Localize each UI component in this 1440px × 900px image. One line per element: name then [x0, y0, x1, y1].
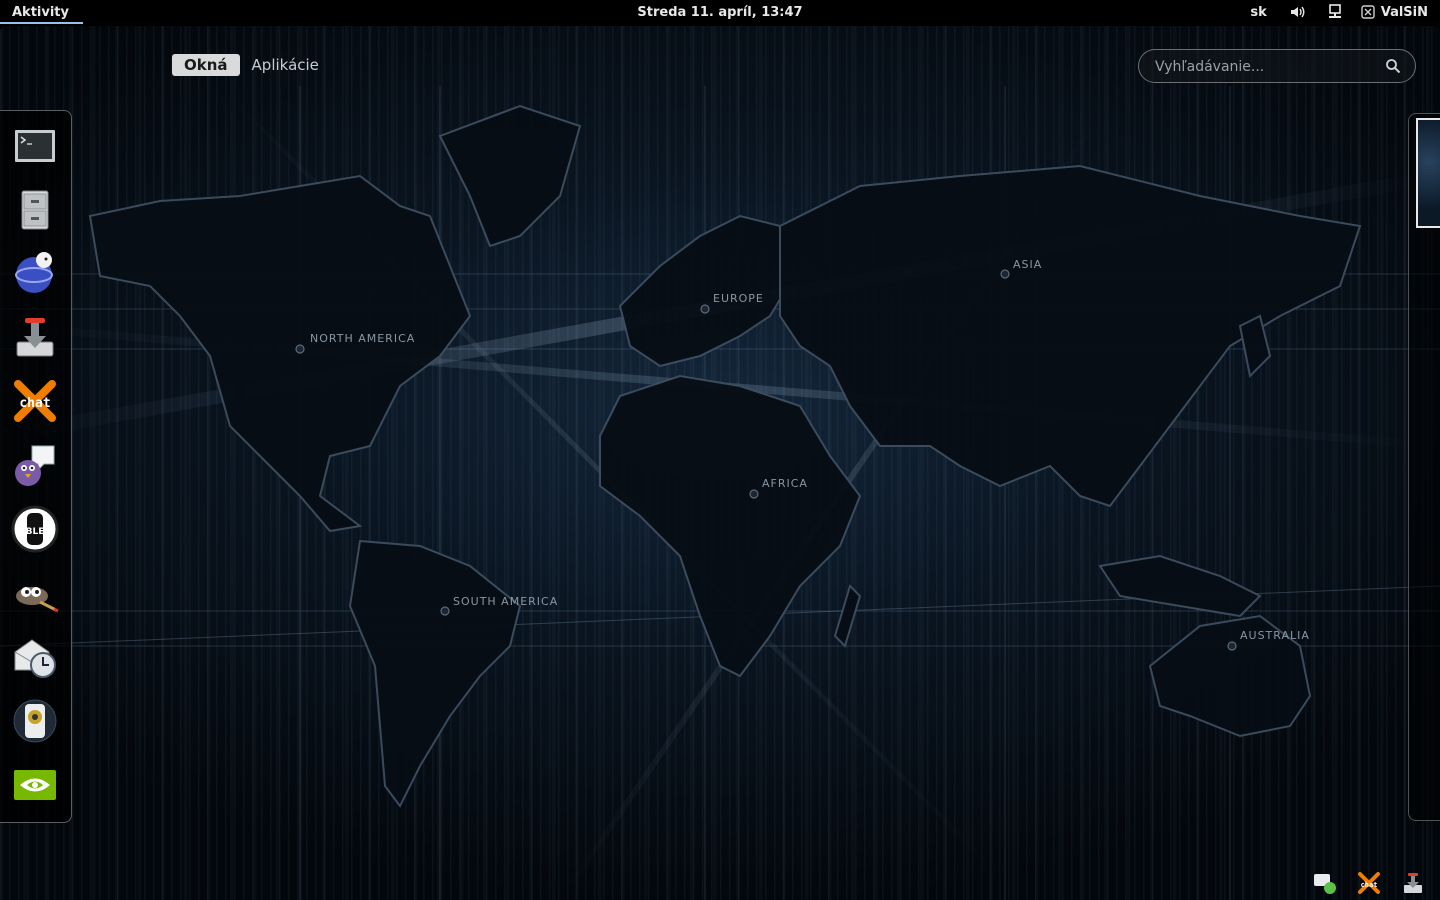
dash-item-pidgin[interactable] [8, 438, 62, 492]
username: ValSiN [1380, 4, 1428, 20]
download-tray-icon[interactable] [1400, 870, 1426, 896]
label-africa: AFRICA [762, 477, 808, 490]
bleachbit-icon: BLE [11, 505, 59, 553]
label-south-america: SOUTH AMERICA [453, 595, 558, 608]
svg-text:chat: chat [1361, 881, 1378, 889]
view-selector: Okná Aplikácie [172, 54, 331, 76]
user-menu[interactable]: ValSiN [1361, 5, 1428, 20]
clock[interactable]: Streda 11. apríl, 13:47 [637, 5, 802, 20]
user-status-icon [1361, 5, 1375, 19]
label-asia: ASIA [1013, 258, 1042, 271]
file-cabinet-icon [21, 190, 49, 230]
dash-item-terminal[interactable] [8, 119, 62, 173]
workspace-thumbnail-1[interactable] [1416, 118, 1440, 228]
label-north-america: NORTH AMERICA [310, 332, 415, 345]
world-map-wallpaper: NORTH AMERICA EUROPE ASIA AFRICA SOUTH A… [0, 64, 1440, 900]
overview-background: NORTH AMERICA EUROPE ASIA AFRICA SOUTH A… [0, 26, 1440, 900]
message-tray: chat [1294, 870, 1426, 896]
dash-item-nvidia[interactable] [8, 758, 62, 812]
network-wired-icon[interactable] [1327, 4, 1343, 20]
globe-bird-icon [15, 252, 53, 293]
dash-item-files[interactable] [8, 183, 62, 237]
xchat-tray-icon[interactable]: chat [1356, 870, 1382, 896]
search-input[interactable] [1153, 56, 1377, 78]
chat-notification-icon[interactable] [1312, 870, 1338, 896]
download-manager-icon [16, 318, 54, 357]
dash-item-audio[interactable] [8, 694, 62, 748]
status-area: sk ValSiN [1228, 4, 1428, 20]
nvidia-icon [14, 770, 56, 800]
gimp-icon [16, 587, 59, 613]
xchat-icon: chat [14, 380, 56, 422]
gnome-shell-overview: Aktivity Streda 11. apríl, 13:47 sk ValS… [0, 0, 1440, 900]
svg-text:chat: chat [19, 396, 50, 411]
top-bar: Aktivity Streda 11. apríl, 13:47 sk ValS… [0, 0, 1440, 26]
dash-item-mail[interactable] [8, 630, 62, 684]
activities-button[interactable]: Aktivity [0, 5, 83, 24]
tab-windows[interactable]: Okná [172, 54, 240, 76]
search-box [1138, 49, 1416, 83]
label-europe: EUROPE [713, 292, 764, 305]
pidgin-icon [15, 445, 55, 486]
dash: chat BLE [0, 110, 72, 823]
keyboard-layout-indicator[interactable]: sk [1250, 5, 1266, 20]
audio-player-icon [13, 699, 57, 743]
workspace-switcher [1408, 113, 1440, 821]
label-australia: AUSTRALIA [1240, 629, 1310, 642]
mail-scheduler-icon [14, 639, 56, 678]
search-icon[interactable] [1385, 58, 1401, 74]
dash-item-downloader[interactable] [8, 310, 62, 364]
dash-item-xchat[interactable]: chat [8, 374, 62, 428]
terminal-icon [15, 130, 55, 162]
tab-applications[interactable]: Aplikácie [240, 54, 331, 76]
dash-item-bleachbit[interactable]: BLE [8, 502, 62, 556]
dash-item-web-app[interactable] [8, 246, 62, 300]
svg-text:BLE: BLE [26, 527, 45, 537]
volume-icon[interactable] [1289, 4, 1305, 20]
dash-item-gimp[interactable] [8, 566, 62, 620]
